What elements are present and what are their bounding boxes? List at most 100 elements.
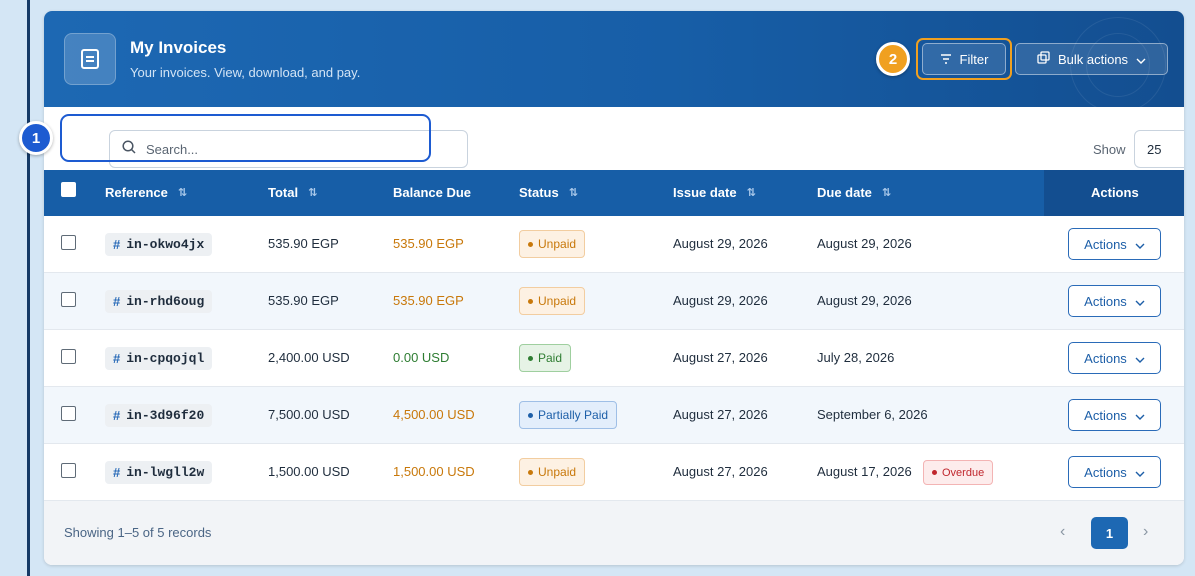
column-actions: Actions bbox=[1091, 185, 1139, 200]
issue-date: August 29, 2026 bbox=[673, 293, 768, 308]
row-checkbox[interactable] bbox=[61, 406, 76, 421]
step-marker-1: 1 bbox=[19, 121, 53, 155]
table-header: Reference ⇅ Total ⇅ Balance Due Status ⇅… bbox=[44, 170, 1184, 216]
current-page-button[interactable]: 1 bbox=[1091, 517, 1128, 549]
filter-button[interactable]: Filter bbox=[922, 43, 1006, 75]
status-dot bbox=[528, 412, 533, 418]
table-footer: Showing 1–5 of 5 records ‹ 1 › bbox=[44, 501, 1184, 565]
hash-icon: # bbox=[113, 408, 121, 423]
page-subtitle: Your invoices. View, download, and pay. bbox=[130, 65, 361, 80]
total-amount: 2,400.00 USD bbox=[268, 350, 350, 365]
issue-date: August 27, 2026 bbox=[673, 407, 768, 422]
row-actions-label: Actions bbox=[1084, 407, 1127, 423]
row-checkbox[interactable] bbox=[61, 235, 76, 250]
table-row: # in-okwo4jx 535.90 EGP 535.90 EGP Unpaid… bbox=[44, 216, 1184, 273]
bulk-actions-label: Bulk actions bbox=[1057, 51, 1129, 67]
select-all-checkbox[interactable] bbox=[61, 182, 76, 197]
invoice-reference[interactable]: # in-rhd6oug bbox=[105, 290, 213, 313]
column-reference-label: Reference bbox=[105, 185, 168, 200]
column-balance: Balance Due bbox=[393, 185, 471, 200]
status-badge: Unpaid bbox=[519, 458, 586, 486]
issue-date: August 29, 2026 bbox=[673, 236, 768, 251]
column-status[interactable]: Status ⇅ bbox=[519, 185, 578, 200]
reference-text: in-lwgll2w bbox=[126, 465, 205, 480]
table-row: # in-lwgll2w 1,500.00 USD 1,500.00 USD Un… bbox=[44, 444, 1184, 501]
table-row: # in-3d96f20 7,500.00 USD 4,500.00 USD Pa… bbox=[44, 387, 1184, 444]
row-actions-button[interactable]: Actions bbox=[1068, 228, 1161, 260]
balance-due: 4,500.00 USD bbox=[393, 407, 475, 422]
sort-icon: ⇅ bbox=[177, 187, 188, 199]
filter-icon bbox=[940, 52, 952, 67]
invoice-reference[interactable]: # in-okwo4jx bbox=[105, 233, 213, 256]
total-amount: 535.90 EGP bbox=[268, 293, 339, 308]
page-size-label: Show bbox=[1093, 142, 1126, 157]
filter-label: Filter bbox=[959, 51, 989, 67]
due-date: July 28, 2026 bbox=[817, 350, 895, 365]
row-actions-button[interactable]: Actions bbox=[1068, 285, 1161, 317]
due-date: September 6, 2026 bbox=[817, 407, 928, 422]
row-actions-button[interactable]: Actions bbox=[1068, 456, 1161, 488]
row-actions-label: Actions bbox=[1084, 350, 1127, 366]
table-row: # in-rhd6oug 535.90 EGP 535.90 EGP Unpaid… bbox=[44, 273, 1184, 330]
invoice-reference[interactable]: # in-lwgll2w bbox=[105, 461, 213, 484]
chevron-down-icon bbox=[1135, 465, 1145, 480]
issue-date: August 27, 2026 bbox=[673, 464, 768, 479]
row-actions-button[interactable]: Actions bbox=[1068, 399, 1161, 431]
sort-icon: ⇅ bbox=[881, 187, 892, 199]
status-dot bbox=[528, 241, 533, 247]
page-size-select[interactable]: 25 bbox=[1134, 130, 1184, 168]
chevron-down-icon bbox=[1135, 351, 1145, 366]
chevron-down-icon bbox=[1135, 294, 1145, 309]
hash-icon: # bbox=[113, 351, 121, 366]
status-dot bbox=[528, 355, 533, 361]
column-issue-date[interactable]: Issue date ⇅ bbox=[673, 185, 756, 200]
balance-due: 1,500.00 USD bbox=[393, 464, 475, 479]
reference-text: in-rhd6oug bbox=[126, 294, 205, 309]
column-reference[interactable]: Reference ⇅ bbox=[105, 185, 187, 200]
reference-text: in-cpqojql bbox=[126, 351, 205, 366]
status-text: Unpaid bbox=[538, 465, 577, 479]
reference-text: in-3d96f20 bbox=[126, 408, 205, 423]
issue-date: August 27, 2026 bbox=[673, 350, 768, 365]
column-status-label: Status bbox=[519, 185, 559, 200]
row-checkbox[interactable] bbox=[61, 463, 76, 478]
invoice-icon bbox=[64, 33, 116, 85]
column-due-date[interactable]: Due date ⇅ bbox=[817, 185, 891, 200]
reference-text: in-okwo4jx bbox=[126, 237, 205, 252]
balance-due: 535.90 EGP bbox=[393, 236, 464, 251]
status-dot bbox=[528, 469, 533, 475]
status-text: Paid bbox=[538, 351, 563, 365]
status-dot bbox=[528, 298, 533, 304]
due-date: August 17, 2026 bbox=[817, 464, 912, 479]
total-amount: 7,500.00 USD bbox=[268, 407, 350, 422]
page-size-value: 25 bbox=[1147, 141, 1162, 157]
column-total[interactable]: Total ⇅ bbox=[268, 185, 317, 200]
bulk-actions-button[interactable]: Bulk actions bbox=[1015, 43, 1168, 75]
row-checkbox[interactable] bbox=[61, 292, 76, 307]
row-actions-button[interactable]: Actions bbox=[1068, 342, 1161, 374]
overdue-badge: Overdue bbox=[923, 460, 994, 485]
table-row: # in-cpqojql 2,400.00 USD 0.00 USD Paid A… bbox=[44, 330, 1184, 387]
column-total-label: Total bbox=[268, 185, 299, 200]
status-badge: Paid bbox=[519, 344, 572, 372]
prev-page-icon[interactable]: ‹ bbox=[1060, 523, 1065, 541]
balance-due: 535.90 EGP bbox=[393, 293, 464, 308]
row-checkbox[interactable] bbox=[61, 349, 76, 364]
hash-icon: # bbox=[113, 237, 121, 252]
next-page-icon[interactable]: › bbox=[1143, 523, 1148, 541]
due-date: August 29, 2026 bbox=[817, 236, 912, 251]
chevron-down-icon bbox=[1136, 52, 1146, 67]
invoices-header: My Invoices Your invoices. View, downloa… bbox=[44, 11, 1184, 107]
hash-icon: # bbox=[113, 465, 121, 480]
invoices-card: My Invoices Your invoices. View, downloa… bbox=[44, 11, 1184, 565]
status-text: Unpaid bbox=[538, 294, 577, 308]
records-summary: Showing 1–5 of 5 records bbox=[64, 525, 212, 540]
sort-icon: ⇅ bbox=[568, 187, 578, 199]
page-title: My Invoices bbox=[130, 38, 227, 57]
invoice-reference[interactable]: # in-3d96f20 bbox=[105, 404, 213, 427]
status-badge: Unpaid bbox=[519, 230, 586, 258]
step-marker-2: 2 bbox=[876, 42, 910, 76]
invoice-reference[interactable]: # in-cpqojql bbox=[105, 347, 213, 370]
search-highlight bbox=[60, 114, 431, 162]
status-badge: Partially Paid bbox=[519, 401, 618, 429]
